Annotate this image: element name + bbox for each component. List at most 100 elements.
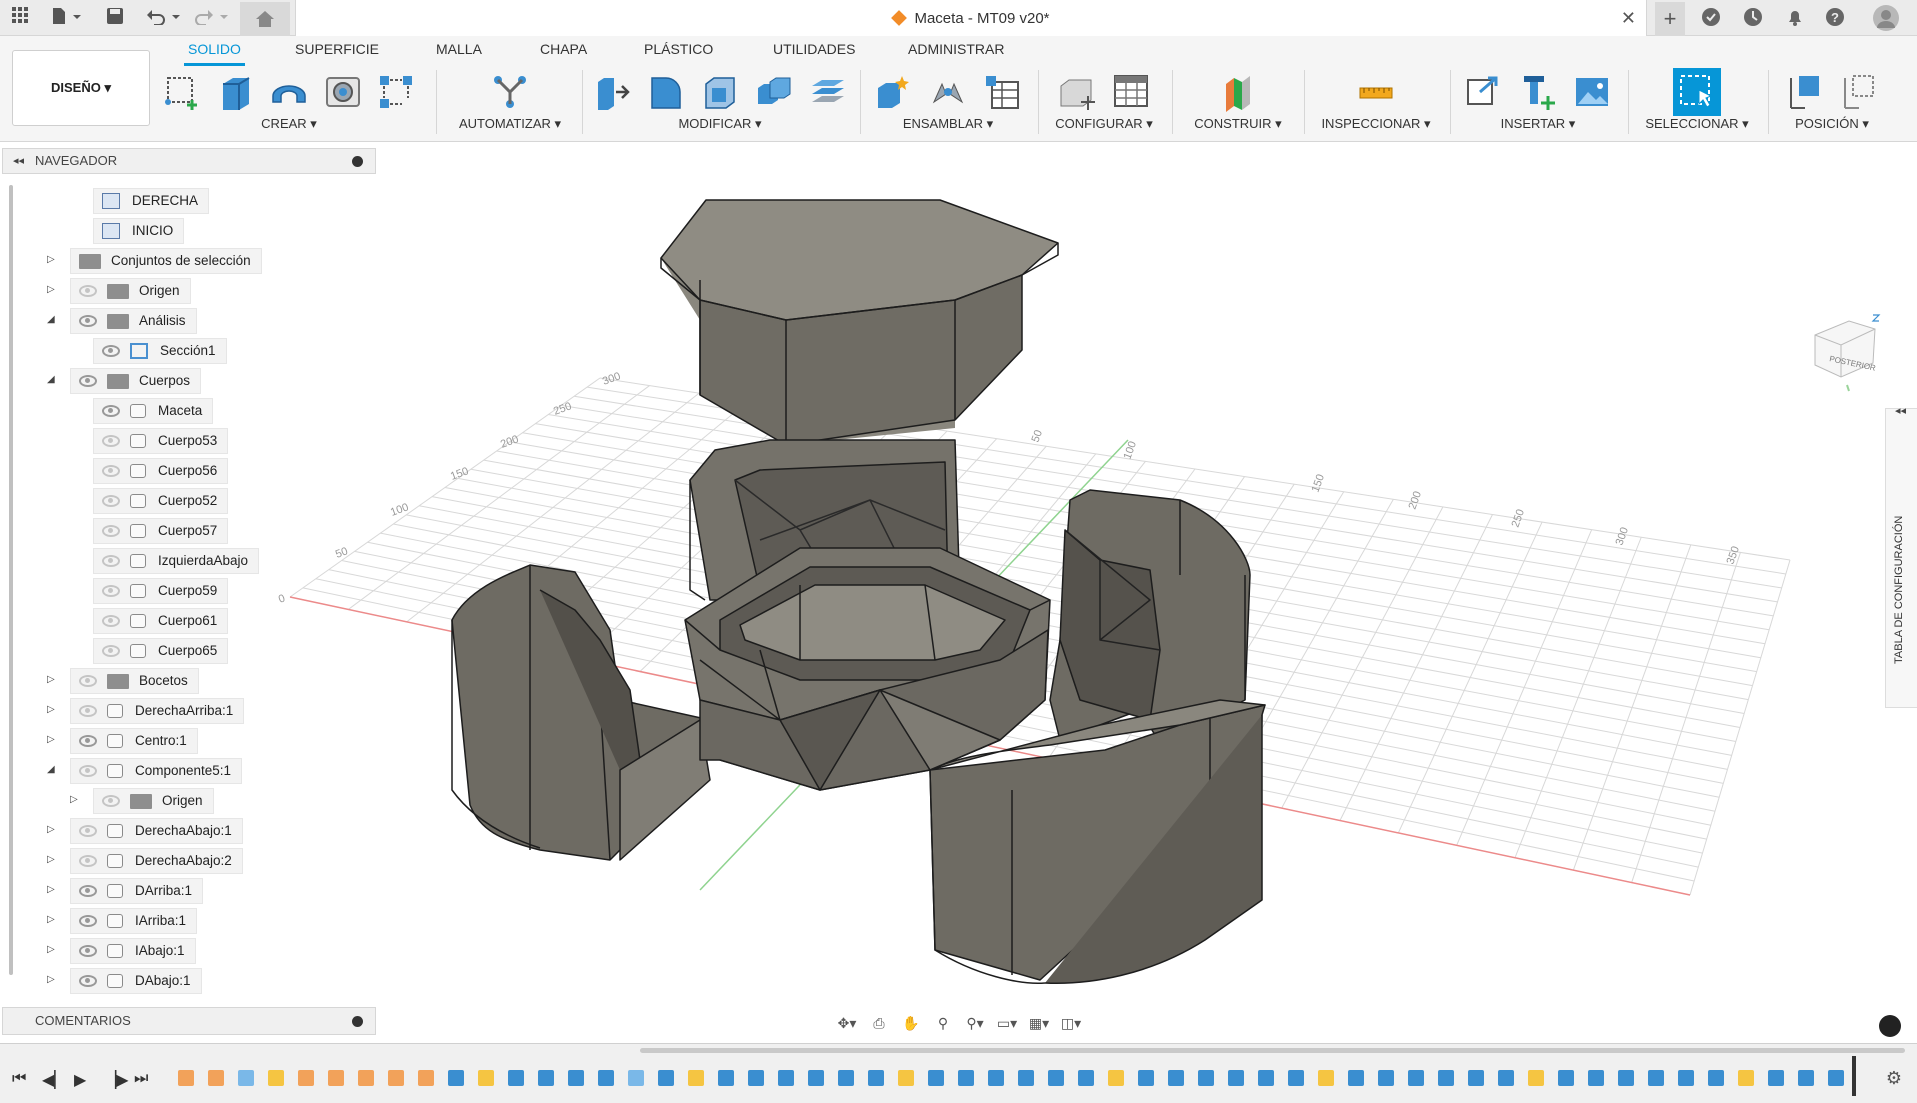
insert-canvas-icon[interactable] [1570, 70, 1614, 114]
timeline-feature-icon[interactable] [388, 1070, 404, 1086]
tree-node-izquierdaabajo[interactable]: IzquierdaAbajo [93, 548, 260, 574]
timeline-feature-icon[interactable] [1528, 1070, 1544, 1086]
group-label-automatizar[interactable]: AUTOMATIZAR ▾ [440, 116, 580, 132]
timeline-feature-icon[interactable] [208, 1070, 224, 1086]
visibility-icon[interactable] [102, 345, 120, 358]
tree-node-maceta[interactable]: Maceta [93, 398, 214, 424]
timeline-feature-icon[interactable] [1288, 1070, 1304, 1086]
visibility-icon[interactable] [102, 555, 120, 568]
collapse-arrow-icon[interactable]: ◢ [47, 758, 55, 782]
timeline-feature-icon[interactable] [1738, 1070, 1754, 1086]
new-tab-icon[interactable]: + [1655, 2, 1685, 36]
configuration-table-icon[interactable] [1109, 70, 1153, 114]
timeline-feature-icon[interactable] [598, 1070, 614, 1086]
construct-plane-icon[interactable] [1216, 70, 1260, 114]
go-to-start-icon[interactable]: ⏮ [12, 1070, 26, 1088]
redo-icon[interactable] [192, 7, 232, 29]
timeline-feature-icon[interactable] [838, 1070, 854, 1086]
visibility-icon[interactable] [79, 975, 97, 988]
visibility-icon[interactable] [79, 825, 97, 838]
visibility-icon[interactable] [102, 465, 120, 478]
document-tab[interactable]: Maceta - MT09 v20* ✕ [295, 0, 1647, 36]
tree-node-derechaarriba1[interactable]: DerechaArriba:1 [70, 698, 245, 724]
tree-node-derecha[interactable]: DERECHA [93, 188, 210, 214]
expand-panel-icon[interactable]: ◂◂ [1895, 404, 1906, 417]
timeline-scrollbar[interactable] [640, 1048, 1905, 1053]
notifications-icon[interactable] [1784, 7, 1806, 29]
configuration-panel-tab[interactable]: ◂◂ TABLA DE CONFIGURACIÓN [1885, 405, 1917, 708]
tab-administrar[interactable]: ADMINISTRAR [904, 41, 1008, 63]
tree-node-origen-sub[interactable]: Origen [93, 788, 214, 814]
orbit-icon[interactable]: ✥▾ [834, 1012, 860, 1034]
visibility-icon[interactable] [79, 375, 97, 388]
measure-icon[interactable] [1354, 70, 1398, 114]
visibility-icon[interactable] [79, 915, 97, 928]
visibility-icon[interactable] [79, 885, 97, 898]
timeline-feature-icon[interactable] [1258, 1070, 1274, 1086]
fillet-icon[interactable] [644, 70, 688, 114]
pattern-icon[interactable] [374, 70, 418, 114]
timeline-feature-icon[interactable] [688, 1070, 704, 1086]
visibility-icon[interactable] [102, 495, 120, 508]
timeline-feature-icon[interactable] [538, 1070, 554, 1086]
collapse-arrow-icon[interactable]: ◢ [47, 308, 55, 332]
tree-node-bocetos[interactable]: Bocetos [70, 668, 199, 694]
timeline-feature-icon[interactable] [1678, 1070, 1694, 1086]
tree-node-dabajo1[interactable]: DAbajo:1 [70, 968, 202, 994]
tree-node-derechaabajo1[interactable]: DerechaAbajo:1 [70, 818, 243, 844]
revert-position-icon[interactable] [1837, 70, 1881, 114]
expand-arrow-icon[interactable]: ▷ [47, 908, 55, 932]
home-icon[interactable] [240, 2, 290, 36]
activity-icon[interactable] [1879, 1015, 1901, 1037]
timeline-feature-icon[interactable] [1318, 1070, 1334, 1086]
timeline-feature-icon[interactable] [1378, 1070, 1394, 1086]
grid-menu-icon[interactable] [10, 7, 30, 29]
visibility-icon[interactable] [102, 435, 120, 448]
step-forward-icon[interactable]: ▕▶ [104, 1070, 129, 1090]
timeline-feature-icon[interactable] [178, 1070, 194, 1086]
tree-node-darriba1[interactable]: DArriba:1 [70, 878, 204, 904]
tree-node-analisis[interactable]: Análisis [70, 308, 197, 334]
group-label-construir[interactable]: CONSTRUIR ▾ [1176, 116, 1300, 132]
timeline-feature-icon[interactable] [568, 1070, 584, 1086]
tree-node-cuerpo53[interactable]: Cuerpo53 [93, 428, 229, 454]
timeline-feature-icon[interactable] [418, 1070, 434, 1086]
visibility-icon[interactable] [79, 855, 97, 868]
timeline-feature-icon[interactable] [658, 1070, 674, 1086]
press-pull-icon[interactable] [590, 70, 634, 114]
timeline-feature-icon[interactable] [1048, 1070, 1064, 1086]
timeline-feature-icon[interactable] [748, 1070, 764, 1086]
expand-arrow-icon[interactable]: ▷ [47, 818, 55, 842]
timeline-feature-icon[interactable] [1018, 1070, 1034, 1086]
look-at-icon[interactable]: ⎙ [866, 1012, 892, 1034]
tree-node-cuerpo57[interactable]: Cuerpo57 [93, 518, 229, 544]
collapse-arrow-icon[interactable]: ◢ [47, 368, 55, 392]
timeline-feature-icon[interactable] [298, 1070, 314, 1086]
tree-node-cuerpo59[interactable]: Cuerpo59 [93, 578, 229, 604]
tree-node-iabajo1[interactable]: IAbajo:1 [70, 938, 196, 964]
timeline-feature-icon[interactable] [1468, 1070, 1484, 1086]
expand-arrow-icon[interactable]: ▷ [47, 878, 55, 902]
tree-node-cuerpo65[interactable]: Cuerpo65 [93, 638, 229, 664]
bom-table-icon[interactable] [980, 70, 1024, 114]
select-icon[interactable] [1673, 68, 1721, 116]
tab-malla[interactable]: MALLA [432, 41, 486, 63]
insert-mcmaster-icon[interactable] [1516, 70, 1560, 114]
timeline-feature-icon[interactable] [1438, 1070, 1454, 1086]
timeline-feature-icon[interactable] [1558, 1070, 1574, 1086]
timeline-feature-icon[interactable] [1798, 1070, 1814, 1086]
expand-arrow-icon[interactable]: ▷ [47, 698, 55, 722]
insert-derive-icon[interactable] [1462, 70, 1506, 114]
timeline-feature-icon[interactable] [268, 1070, 284, 1086]
timeline-feature-icon[interactable] [448, 1070, 464, 1086]
tree-node-origen[interactable]: Origen [70, 278, 191, 304]
browser-header[interactable]: ◂◂ NAVEGADOR [2, 148, 376, 174]
play-icon[interactable]: ▶ [74, 1070, 86, 1090]
group-label-inspeccionar[interactable]: INSPECCIONAR ▾ [1308, 116, 1444, 132]
tab-plastico[interactable]: PLÁSTICO [640, 41, 717, 63]
new-component-icon[interactable] [872, 70, 916, 114]
visibility-icon[interactable] [79, 765, 97, 778]
pan-icon[interactable]: ✋ [898, 1012, 924, 1034]
visibility-icon[interactable] [102, 525, 120, 538]
expand-arrow-icon[interactable]: ▷ [47, 968, 55, 992]
